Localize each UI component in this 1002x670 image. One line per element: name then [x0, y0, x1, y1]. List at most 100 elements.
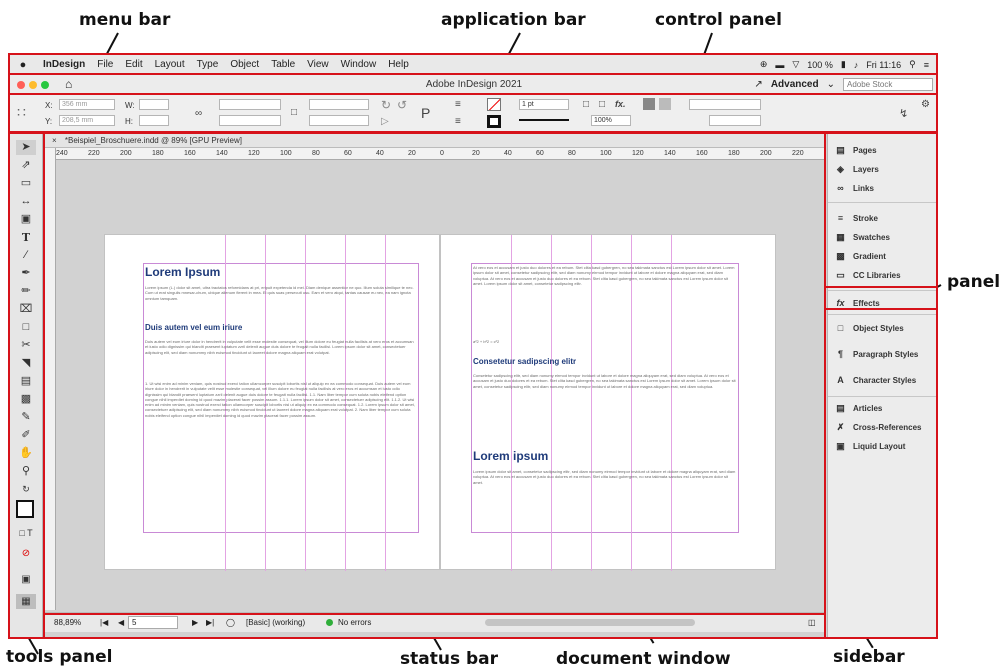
volume-icon[interactable]: ♪	[854, 60, 859, 70]
align-icon[interactable]: ≡	[455, 99, 461, 110]
direct-selection-tool-icon[interactable]: ⇗	[16, 158, 36, 173]
crosshair-icon[interactable]: ⊕	[760, 59, 768, 70]
menu-indesign[interactable]: InDesign	[37, 59, 91, 70]
apply-none-icon[interactable]: ⊘	[16, 546, 36, 561]
shear-field[interactable]	[309, 115, 369, 126]
battery-icon[interactable]: ▮	[841, 59, 846, 70]
fill-stroke-swatches-icon[interactable]	[16, 500, 34, 518]
share-icon[interactable]: ↗	[754, 79, 762, 90]
display-icon[interactable]: ▬	[775, 60, 784, 70]
fill-swatch[interactable]	[487, 98, 501, 111]
reference-point-icon[interactable]: ∷	[17, 104, 26, 121]
left-numbered-list[interactable]: 1. Ut wisi enim ad minim veniam, quis no…	[145, 381, 417, 418]
screen-mode-icon[interactable]: ▣	[16, 572, 36, 587]
zoom-level-field[interactable]: 88,89%	[54, 618, 81, 627]
right-page[interactable]: At vero eos et accusam et justo duo dolo…	[440, 234, 776, 571]
x-position-field[interactable]: 356 mm	[59, 99, 115, 110]
sidebar-item-cc-libraries[interactable]: ▭ CC Libraries	[835, 267, 900, 283]
left-body-paragraph[interactable]: Duis autem vel eum iriure dolor in hendr…	[145, 339, 417, 355]
right-paragraph-3[interactable]: Lorem ipsum dolor sit amet, consetetur s…	[473, 469, 737, 485]
first-page-button[interactable]: |◀	[100, 618, 108, 627]
gap-tool-icon[interactable]: ↔	[16, 194, 36, 209]
close-tab-icon[interactable]: ×	[52, 136, 57, 145]
menu-type[interactable]: Type	[191, 59, 225, 70]
sidebar-item-pages[interactable]: ▤ Pages	[835, 142, 876, 158]
chevron-down-icon[interactable]: ⌄	[827, 79, 835, 90]
previous-page-button[interactable]: ◀	[118, 618, 124, 627]
menu-view[interactable]: View	[301, 59, 335, 70]
left-page[interactable]: Lorem Ipsum Lorem ipsum (L.) dolor sit a…	[104, 234, 440, 571]
menu-edit[interactable]: Edit	[119, 59, 148, 70]
selection-tool-icon[interactable]: ➤	[16, 140, 36, 155]
preview-mode-icon[interactable]: ▦	[16, 594, 36, 609]
flip-horizontal-icon[interactable]: ▷	[381, 116, 389, 127]
grid-columns-field[interactable]	[689, 99, 761, 110]
gradient-feather-tool-icon[interactable]: ▩	[16, 392, 36, 407]
fitting-options-icon[interactable]	[643, 98, 655, 110]
split-layout-icon[interactable]: ◫	[808, 618, 816, 627]
rotate-counterclockwise-icon[interactable]: ↺	[397, 98, 407, 112]
stroke-weight-field[interactable]: 1 pt	[519, 99, 569, 110]
menu-help[interactable]: Help	[382, 59, 415, 70]
panel-options-gear-icon[interactable]: ⚙	[921, 99, 930, 110]
clock[interactable]: Fri 11:16	[866, 60, 901, 70]
wifi-icon[interactable]: ▽	[792, 59, 799, 70]
apple-menu-icon[interactable]: ●	[9, 59, 37, 71]
next-page-button[interactable]: ▶	[192, 618, 198, 627]
preflight-icon[interactable]: ◯	[226, 618, 235, 627]
pen-tool-icon[interactable]: ✒	[16, 266, 36, 281]
last-page-button[interactable]: ▶|	[206, 618, 214, 627]
frame-fitting-icon[interactable]: □	[599, 99, 605, 110]
right-heading-2[interactable]: Consetetur sadipscing elitr	[473, 357, 576, 366]
default-fill-stroke-icon[interactable]: ↻	[16, 482, 36, 497]
sidebar-item-stroke[interactable]: ≡ Stroke	[835, 210, 878, 226]
effects-fx-button[interactable]: fx.	[615, 99, 626, 109]
rotation-field[interactable]	[309, 99, 369, 110]
workspace-switcher[interactable]: Advanced	[771, 79, 819, 90]
scissors-tool-icon[interactable]: ✂	[16, 338, 36, 353]
note-tool-icon[interactable]: ✎	[16, 410, 36, 425]
stroke-swatch[interactable]	[487, 115, 501, 128]
opacity-field[interactable]: 100%	[591, 115, 631, 126]
adobe-stock-search-input[interactable]: Adobe Stock	[843, 78, 933, 91]
sidebar-item-swatches[interactable]: ▦ Swatches	[835, 229, 890, 245]
spotlight-search-icon[interactable]: ⚲	[909, 59, 916, 70]
sidebar-item-liquid-layout[interactable]: ▣ Liquid Layout	[835, 438, 905, 454]
text-wrap-icon[interactable]: □	[583, 99, 589, 110]
document-tab[interactable]: × *Beispiel_Broschuere.indd @ 89% [GPU P…	[44, 134, 826, 148]
scale-x-field[interactable]	[219, 99, 281, 110]
width-field[interactable]	[139, 99, 169, 110]
formatting-affects-container-icon[interactable]: □ T	[16, 526, 36, 541]
rectangle-tool-icon[interactable]: □	[16, 320, 36, 335]
lock-icon[interactable]: □	[291, 107, 297, 118]
right-heading-1[interactable]: Lorem ipsum	[473, 449, 548, 463]
page-number-field[interactable]: 5	[128, 616, 178, 629]
lightning-icon[interactable]: ↯	[899, 107, 908, 120]
right-formula[interactable]: a²2 + b²2 = c²2	[473, 339, 737, 344]
left-heading-2[interactable]: Duis autem vel eum iriure	[145, 323, 242, 332]
menu-window[interactable]: Window	[335, 59, 383, 70]
select-container-icon[interactable]: P	[421, 105, 430, 121]
left-heading-1[interactable]: Lorem Ipsum	[145, 265, 220, 279]
control-center-icon[interactable]: ≡	[924, 60, 929, 70]
left-intro-paragraph[interactable]: Lorem ipsum (L.) dolor sit amet, ultra t…	[145, 285, 417, 301]
sidebar-item-layers[interactable]: ◈ Layers	[835, 161, 879, 177]
sidebar-item-paragraph-styles[interactable]: ¶ Paragraph Styles	[835, 346, 918, 362]
sidebar-item-articles[interactable]: ▤ Articles	[835, 400, 882, 416]
sidebar-item-object-styles[interactable]: □ Object Styles	[835, 320, 904, 336]
sidebar-item-links[interactable]: ∞ Links	[835, 180, 874, 196]
rotate-clockwise-icon[interactable]: ↻	[381, 98, 391, 112]
constrain-proportions-icon[interactable]: ∞	[195, 108, 202, 119]
auto-fit-icon[interactable]	[659, 98, 671, 110]
height-field[interactable]	[139, 115, 169, 126]
right-paragraph-1[interactable]: At vero eos et accusam et justo duo dolo…	[473, 265, 737, 286]
stroke-type-selector[interactable]	[519, 119, 569, 121]
gradient-swatch-tool-icon[interactable]: ▤	[16, 374, 36, 389]
sidebar-item-gradient[interactable]: ▩ Gradient	[835, 248, 886, 264]
free-transform-tool-icon[interactable]: ◥	[16, 356, 36, 371]
pencil-tool-icon[interactable]: ✏	[16, 284, 36, 299]
menu-layout[interactable]: Layout	[149, 59, 191, 70]
hand-tool-icon[interactable]: ✋	[16, 446, 36, 461]
page-tool-icon[interactable]: ▭	[16, 176, 36, 191]
type-tool-icon[interactable]: T	[16, 230, 36, 245]
